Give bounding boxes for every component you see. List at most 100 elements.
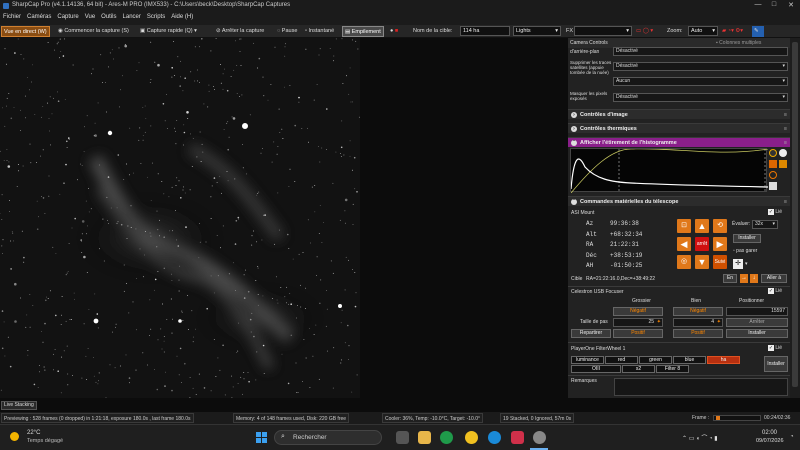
- filter-8[interactable]: Filter 8: [656, 365, 689, 373]
- multi-columns-toggle[interactable]: ▪ Colonnes multiples: [716, 40, 761, 46]
- display-tools-icons[interactable]: ▰ ◔▾ ⚙▾: [720, 26, 745, 37]
- menu-help[interactable]: Aide (H): [168, 12, 196, 22]
- weather-sun-icon[interactable]: [10, 432, 19, 441]
- scrollbar-thumb[interactable]: [792, 42, 798, 387]
- pin-icon[interactable]: ✎: [752, 26, 764, 37]
- contrast-icon[interactable]: [779, 149, 787, 157]
- arrow-left-icon[interactable]: ◀: [677, 237, 691, 251]
- menu-cameras[interactable]: Caméras: [24, 12, 54, 22]
- menu-icon[interactable]: ≡: [784, 110, 787, 120]
- clock-time[interactable]: 02:00: [762, 430, 777, 436]
- fx-select[interactable]: ▾: [574, 26, 632, 36]
- coarse-step-input[interactable]: 25 ✦: [613, 318, 663, 327]
- stacking-button[interactable]: ▤ Empilement: [342, 26, 384, 37]
- section-image-controls[interactable]: › Contrôles d'image ≡: [568, 109, 790, 119]
- goto-button[interactable]: Aller à: [761, 274, 787, 283]
- clock-date[interactable]: 09/07/2026: [756, 438, 784, 444]
- tray-icons[interactable]: ⌃ ▭ ◖ ⌒ ◔ ▮: [682, 433, 718, 442]
- start-capture-button[interactable]: ◉ Commencer la capture (S): [56, 26, 131, 37]
- taskbar-search-box[interactable]: ⌕ Rechercher: [274, 430, 382, 445]
- fine-step-input[interactable]: 4 ✦: [673, 318, 723, 327]
- fine-negative-button[interactable]: Négatif: [673, 307, 723, 316]
- section-telescope[interactable]: ˆ Commandes matérielles du télescope ≡: [568, 196, 790, 206]
- stop-mount-button[interactable]: arrêt: [695, 237, 709, 251]
- histogram-chart[interactable]: [570, 148, 769, 194]
- quick-capture-button[interactable]: ▣ Capture rapide (Q) ▾: [138, 26, 199, 37]
- fine-positive-button[interactable]: Positif: [673, 329, 723, 338]
- live-view-button[interactable]: Vue en direct (W): [1, 26, 50, 37]
- filter-ha[interactable]: ha: [707, 356, 740, 364]
- crosshair-icon[interactable]: ✛: [733, 259, 743, 269]
- file-explorer-icon[interactable]: [418, 431, 431, 444]
- filter-green[interactable]: green: [639, 356, 672, 364]
- live-stacking-tab[interactable]: Live Stacking: [1, 401, 37, 410]
- hot-pixel-select[interactable]: Désactivé ▾: [613, 93, 788, 102]
- close-button[interactable]: ✕: [785, 1, 797, 9]
- zoom-select[interactable]: Auto ▾: [688, 26, 718, 36]
- windows-start-icon[interactable]: [255, 431, 268, 444]
- dropdown-arrow[interactable]: ▾: [745, 261, 748, 267]
- remarks-input[interactable]: [614, 378, 788, 396]
- menu-icon[interactable]: ≡: [784, 197, 787, 207]
- mount-install-button[interactable]: Installer: [733, 234, 761, 243]
- menu-capture[interactable]: Capture: [54, 12, 81, 22]
- arrow-up-icon[interactable]: ▲: [695, 219, 709, 233]
- section-thermal-controls[interactable]: › Contrôles thermiques ≡: [568, 123, 790, 133]
- menu-launch[interactable]: Lancer: [120, 12, 144, 22]
- image-viewport[interactable]: [0, 38, 360, 398]
- pause-button[interactable]: ◌ Pause: [275, 26, 299, 37]
- rotate-icon[interactable]: ⟲: [713, 219, 727, 233]
- reset-icon[interactable]: [769, 171, 777, 179]
- menu-file[interactable]: Fichier: [0, 12, 24, 22]
- menu-icon[interactable]: ≡: [784, 138, 787, 148]
- notification-bell-icon[interactable]: ◔: [790, 434, 794, 440]
- app-green-icon[interactable]: [440, 431, 453, 444]
- filterwheel-install-button[interactable]: Installer: [764, 356, 788, 372]
- filter-luminance[interactable]: luminance: [571, 356, 604, 364]
- panel-scrollbar[interactable]: [790, 38, 800, 398]
- overlay-icons[interactable]: ▭ ◯ ▾: [634, 26, 655, 37]
- goto-home-icon[interactable]: ⊡: [677, 219, 691, 233]
- menu-scripts[interactable]: Scripts: [144, 12, 168, 22]
- snapshot-button[interactable]: ▫ Instantané: [303, 26, 336, 37]
- mount-linked-checkbox[interactable]: ✓ Lié: [768, 209, 782, 215]
- parking-checkbox[interactable]: ▫ pas garer: [733, 248, 757, 254]
- target-name-input[interactable]: 114 ha: [460, 26, 510, 36]
- auto-stretch-icon[interactable]: [769, 149, 777, 157]
- menu-tools[interactable]: Outils: [98, 12, 119, 22]
- focuser-install-button[interactable]: Installer: [726, 329, 788, 338]
- save-icon[interactable]: [769, 182, 777, 190]
- app-red-icon[interactable]: [511, 431, 524, 444]
- filter-blue[interactable]: blue: [673, 356, 706, 364]
- section-histogram[interactable]: ˆ Afficher l'étirement de l'histogramme ≡: [568, 137, 790, 147]
- menu-view[interactable]: Vue: [82, 12, 98, 22]
- arrow-down-icon[interactable]: ↓: [750, 274, 758, 283]
- chrome-icon[interactable]: [465, 431, 478, 444]
- filter-red[interactable]: red: [605, 356, 638, 364]
- task-view-icon[interactable]: [396, 431, 409, 444]
- filter-s2[interactable]: s2: [622, 365, 655, 373]
- en-button[interactable]: En: [723, 274, 737, 283]
- maximize-button[interactable]: □: [768, 1, 780, 8]
- edge-icon[interactable]: [488, 431, 501, 444]
- frame-progress[interactable]: [713, 415, 761, 421]
- position-input[interactable]: 15597: [726, 307, 788, 316]
- focuser-stop-button[interactable]: Arrêter: [726, 318, 788, 327]
- filter-oiii[interactable]: OIII: [571, 365, 621, 373]
- sharpcap-taskbar-icon[interactable]: [533, 431, 546, 444]
- frame-progress-thumb[interactable]: [716, 416, 720, 420]
- minimize-button[interactable]: —: [752, 1, 764, 8]
- arrow-right-icon[interactable]: ▶: [713, 237, 727, 251]
- arrow-right-icon[interactable]: →: [740, 274, 748, 283]
- coarse-negative-button[interactable]: Négatif: [613, 307, 663, 316]
- track-button[interactable]: Suivi: [713, 255, 727, 269]
- speed-select[interactable]: 32x ▾: [752, 220, 778, 229]
- focuser-linked-checkbox[interactable]: ✓ Lié: [768, 288, 782, 294]
- satellite-select[interactable]: Désactivé ▾: [613, 62, 788, 71]
- settings-icon[interactable]: [779, 160, 787, 168]
- frame-type-select[interactable]: Lights ▾: [513, 26, 561, 36]
- weather-condition[interactable]: Temps dégagé: [27, 438, 63, 444]
- arrow-down-icon[interactable]: ▼: [695, 255, 709, 269]
- menu-icon[interactable]: ≡: [784, 124, 787, 134]
- bg-sub-select[interactable]: Désactivé: [613, 47, 788, 56]
